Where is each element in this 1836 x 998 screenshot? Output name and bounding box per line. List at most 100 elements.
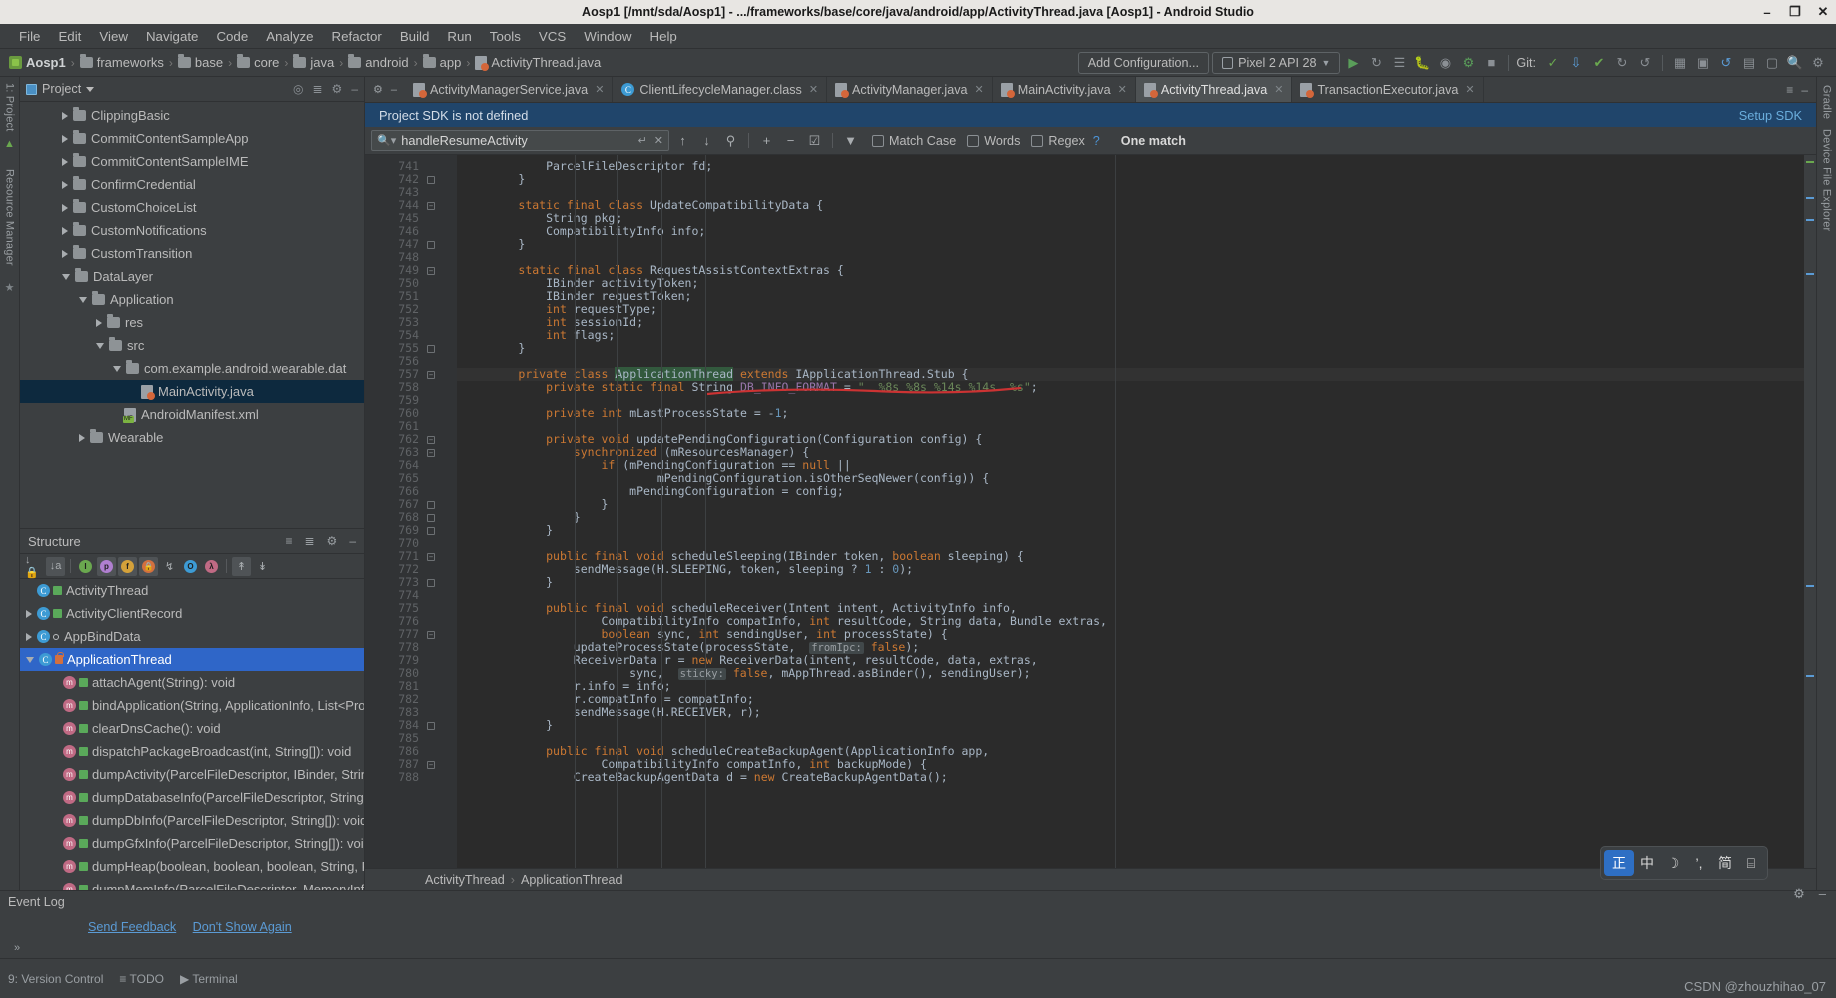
code-line[interactable]: static final class UpdateCompatibilityDa…	[457, 199, 1804, 212]
error-marker-rail[interactable]	[1804, 155, 1816, 868]
menu-refactor[interactable]: Refactor	[323, 27, 391, 46]
chevron-right-icon[interactable]	[62, 111, 68, 120]
target-icon[interactable]: ◎	[293, 82, 303, 96]
settings-icon[interactable]: ⚙	[332, 82, 343, 96]
update-icon[interactable]: ⇩	[1566, 53, 1586, 73]
menu-file[interactable]: File	[10, 27, 49, 46]
code-line[interactable]: }	[457, 524, 1804, 537]
chevron-right-icon[interactable]	[26, 609, 32, 618]
match-case-checkbox[interactable]: Match Case	[872, 134, 956, 148]
select-all-occurrences-icon[interactable]: ⚲	[720, 130, 741, 151]
show-non-public-icon[interactable]: 🔒	[139, 556, 158, 576]
menu-run[interactable]: Run	[438, 27, 480, 46]
add-selection-icon[interactable]: +	[756, 130, 777, 151]
fold-end-icon[interactable]	[427, 721, 435, 730]
tool-window-project[interactable]: 1: Project	[4, 83, 16, 131]
match-marker[interactable]	[1806, 273, 1814, 275]
settings-icon[interactable]: ⚙	[1808, 53, 1828, 73]
show-anonymous-icon[interactable]: O	[181, 557, 200, 576]
maximize-icon[interactable]: ❐	[1788, 4, 1802, 19]
sort-alphabetically-icon[interactable]: ↓a	[46, 556, 65, 576]
chevron-right-icon[interactable]	[62, 203, 68, 212]
show-lambdas-icon[interactable]: λ	[202, 557, 221, 576]
project-tree-item[interactable]: MainActivity.java	[20, 380, 364, 403]
sync-gradle-icon[interactable]: ↺	[1716, 53, 1736, 73]
chevron-right-icon[interactable]	[62, 249, 68, 258]
status-todo[interactable]: ≡ TODO	[119, 972, 164, 986]
breadcrumb-frameworks[interactable]: frameworks	[77, 54, 167, 71]
project-tree-item[interactable]: ClippingBasic	[20, 104, 364, 127]
fold-expand-icon[interactable]: −	[427, 630, 435, 639]
match-marker[interactable]	[1806, 675, 1814, 677]
run-icon[interactable]: ▶	[1343, 53, 1363, 73]
tool-window-device-file-explorer[interactable]: Device File Explorer	[1821, 129, 1833, 231]
chevron-down-icon[interactable]	[113, 365, 121, 372]
chevron-right-icon[interactable]	[79, 433, 85, 442]
check-icon[interactable]: ✓	[1543, 53, 1563, 73]
menu-edit[interactable]: Edit	[49, 27, 90, 46]
project-tree-item[interactable]: Application	[20, 288, 364, 311]
ime-language-toggle[interactable]: 中	[1634, 850, 1660, 876]
group-icon[interactable]: ↯	[160, 557, 179, 576]
chevron-right-icon[interactable]	[62, 180, 68, 189]
breadcrumb-inner-class[interactable]: ApplicationThread	[521, 873, 623, 887]
collapse-all-icon[interactable]: ≣	[304, 534, 314, 548]
chevron-right-icon[interactable]	[62, 134, 68, 143]
close-tab-icon[interactable]: ✕	[1118, 83, 1127, 96]
fold-expand-icon[interactable]: −	[427, 370, 435, 379]
project-title-group[interactable]: Project	[26, 82, 95, 96]
project-tree-item[interactable]: CommitContentSampleApp	[20, 127, 364, 150]
profile-icon[interactable]: ⚙	[1458, 53, 1478, 73]
send-feedback-link[interactable]: Send Feedback	[88, 920, 176, 934]
fold-end-icon[interactable]	[427, 526, 435, 535]
tab-list-icon[interactable]: ≡	[1786, 83, 1793, 97]
expand-log-icon[interactable]: »	[14, 942, 20, 954]
chevron-down-icon[interactable]	[62, 273, 70, 280]
chevron-down-icon[interactable]	[96, 342, 104, 349]
status-terminal[interactable]: ▶ Terminal	[180, 972, 238, 986]
hide-icon[interactable]: –	[1819, 886, 1826, 902]
structure-tree-item[interactable]: C ApplicationThread	[20, 648, 364, 671]
hide-icon[interactable]: –	[349, 534, 356, 548]
fold-expand-icon[interactable]: −	[427, 201, 435, 210]
add-configuration-button[interactable]: Add Configuration...	[1077, 51, 1210, 74]
ime-moon-icon[interactable]: ☽	[1660, 850, 1686, 876]
structure-tree-item[interactable]: m clearDnsCache(): void	[20, 717, 364, 740]
structure-tree-item[interactable]: C ActivityClientRecord	[20, 602, 364, 625]
editor-tab[interactable]: ActivityThread.java ✕	[1135, 77, 1293, 102]
breadcrumb-app[interactable]: app	[420, 54, 465, 71]
setup-sdk-link[interactable]: Setup SDK	[1739, 108, 1802, 123]
logcat-icon[interactable]: ☰	[1389, 53, 1409, 73]
filter-icon[interactable]: ▼	[840, 130, 861, 151]
chevron-down-icon[interactable]	[79, 296, 87, 303]
settings-icon[interactable]: ⚙	[373, 83, 383, 96]
code-line[interactable]: private static final String DB_INFO_FORM…	[457, 381, 1804, 394]
match-marker[interactable]	[1806, 219, 1814, 221]
editor-tab[interactable]: C ClientLifecycleManager.class ✕	[613, 77, 828, 102]
settings-icon[interactable]: ⚙	[327, 534, 338, 548]
breadcrumb-class[interactable]: ActivityThread	[425, 873, 505, 887]
code-line[interactable]: mPendingConfiguration = config;	[457, 485, 1804, 498]
event-log-header[interactable]: Event Log	[0, 890, 1836, 912]
project-tree-item[interactable]: DataLayer	[20, 265, 364, 288]
menu-analyze[interactable]: Analyze	[257, 27, 322, 46]
fold-end-icon[interactable]	[427, 578, 435, 587]
sort-by-visibility-icon[interactable]: ↓🔒	[25, 554, 44, 579]
structure-tree-item[interactable]: m dumpDbInfo(ParcelFileDescriptor, String…	[20, 809, 364, 832]
rollback-icon[interactable]: ↺	[1635, 53, 1655, 73]
hide-icon[interactable]: –	[351, 82, 358, 96]
breadcrumb-activitythread-java[interactable]: ActivityThread.java	[472, 54, 604, 71]
android-icon[interactable]: ▲	[3, 137, 17, 151]
fold-end-icon[interactable]	[427, 500, 435, 509]
editor-tab[interactable]: ActivityManager.java ✕	[827, 77, 993, 102]
project-tree-item[interactable]: ConfirmCredential	[20, 173, 364, 196]
menu-help[interactable]: Help	[640, 27, 685, 46]
chevron-down-icon[interactable]	[86, 86, 95, 92]
minimize-icon[interactable]: –	[1760, 5, 1774, 20]
code-line[interactable]: private int mLastProcessState = -1;	[457, 407, 1804, 420]
structure-tree-item[interactable]: m bindApplication(String, ApplicationInfo…	[20, 694, 364, 717]
code-line[interactable]: IBinder requestToken;	[457, 290, 1804, 303]
structure-tree[interactable]: C ActivityThread C ActivityClientRecord C App…	[20, 579, 364, 890]
code-editor[interactable]: 741 742 743 744−745 746 747 748 749−750 751 752 75…	[365, 155, 1816, 868]
chevron-right-icon[interactable]	[26, 632, 32, 641]
